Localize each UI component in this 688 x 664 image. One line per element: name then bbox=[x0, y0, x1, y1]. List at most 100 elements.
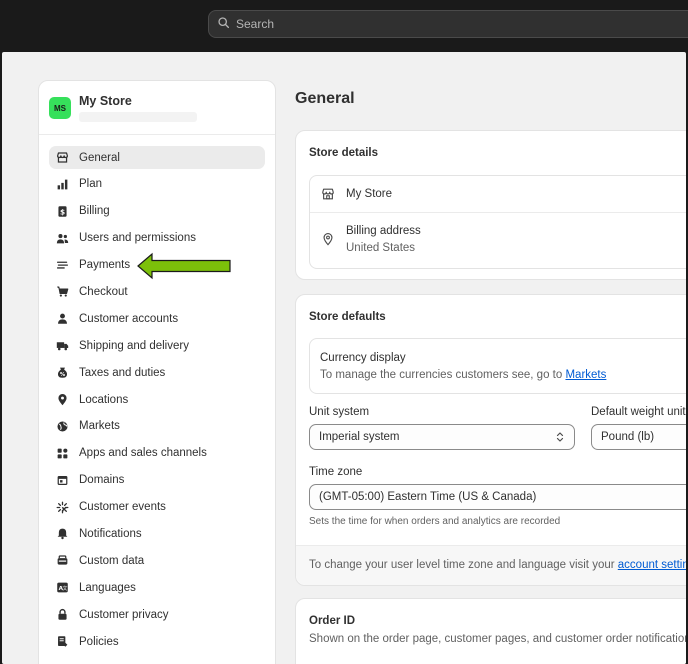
globe-icon bbox=[55, 419, 69, 433]
store-icon bbox=[321, 187, 335, 201]
sidebar-item-label: Custom data bbox=[79, 554, 145, 567]
tax-icon: % bbox=[55, 366, 69, 380]
svg-text:文: 文 bbox=[62, 585, 67, 592]
store-details-box[interactable]: My Store Billing address United States bbox=[309, 175, 686, 269]
currency-display-desc: To manage the currencies customers see, … bbox=[320, 369, 606, 381]
sidebar-item-label: General bbox=[79, 151, 120, 164]
currency-display-box[interactable]: Currency display To manage the currencie… bbox=[309, 338, 686, 394]
top-bar: Search bbox=[0, 0, 688, 48]
language-icon: A文 bbox=[55, 581, 69, 595]
search-bar[interactable]: Search bbox=[208, 10, 688, 38]
time-zone-value: (GMT-05:00) Eastern Time (US & Canada) bbox=[319, 491, 537, 503]
cart-icon bbox=[55, 285, 69, 299]
sidebar-item-users-and-permissions[interactable]: Users and permissions bbox=[49, 227, 265, 250]
store-subtitle-placeholder bbox=[79, 112, 197, 122]
bell-icon bbox=[55, 527, 69, 541]
sidebar-item-label: Billing bbox=[79, 205, 110, 218]
payments-icon bbox=[55, 258, 69, 272]
settings-nav: General Plan $ Billing Users and permissions… bbox=[39, 135, 275, 653]
weight-unit-select[interactable]: Pound (lb) bbox=[591, 424, 686, 450]
sidebar-item-taxes-and-duties[interactable]: % Taxes and duties bbox=[49, 361, 265, 384]
store-defaults-title: Store defaults bbox=[309, 311, 386, 323]
sidebar-item-label: Customer privacy bbox=[79, 608, 169, 621]
sidebar-item-label: Locations bbox=[79, 393, 129, 406]
sidebar-item-customer-privacy[interactable]: Customer privacy bbox=[49, 603, 265, 626]
unit-system-value: Imperial system bbox=[319, 431, 400, 443]
defaults-footer: To change your user level time zone and … bbox=[296, 545, 686, 585]
domain-icon bbox=[55, 473, 69, 487]
policy-icon bbox=[55, 635, 69, 649]
sidebar-item-label: Taxes and duties bbox=[79, 366, 166, 379]
footer-note: To change your user level time zone and … bbox=[309, 559, 686, 571]
currency-desc-text: To manage the currencies customers see, … bbox=[320, 369, 563, 381]
sidebar-item-label: Notifications bbox=[79, 527, 142, 540]
currency-display-title: Currency display bbox=[320, 352, 406, 364]
sidebar-item-label: Shipping and delivery bbox=[79, 339, 189, 352]
sidebar-item-billing[interactable]: $ Billing bbox=[49, 200, 265, 223]
sidebar-item-label: Markets bbox=[79, 420, 120, 433]
sidebar-item-markets[interactable]: Markets bbox=[49, 415, 265, 438]
sidebar-item-label: Languages bbox=[79, 581, 136, 594]
sidebar-item-custom-data[interactable]: Custom data bbox=[49, 549, 265, 572]
sidebar-item-customer-events[interactable]: Customer events bbox=[49, 496, 265, 519]
store-name: My Store bbox=[79, 94, 132, 108]
apps-icon bbox=[55, 446, 69, 460]
sidebar-item-label: Payments bbox=[79, 259, 131, 272]
order-id-desc: Shown on the order page, customer pages,… bbox=[309, 633, 686, 645]
truck-icon bbox=[55, 339, 69, 353]
time-zone-help: Sets the time for when orders and analyt… bbox=[309, 516, 561, 527]
time-zone-select[interactable]: (GMT-05:00) Eastern Time (US & Canada) bbox=[309, 484, 686, 510]
sidebar-item-languages[interactable]: A 文 Languages bbox=[49, 576, 265, 599]
sidebar-item-policies[interactable]: Policies bbox=[49, 630, 265, 653]
sidebar-item-customer-accounts[interactable]: Customer accounts bbox=[49, 307, 265, 330]
weight-unit-value: Pound (lb) bbox=[601, 431, 655, 443]
time-zone-label: Time zone bbox=[309, 466, 363, 478]
order-id-card: Order ID Shown on the order page, custom… bbox=[295, 598, 686, 664]
sidebar-item-plan[interactable]: Plan bbox=[49, 173, 265, 196]
weight-unit-label: Default weight unit bbox=[591, 406, 686, 418]
sidebar-item-apps-and-sales-channels[interactable]: Apps and sales channels bbox=[49, 442, 265, 465]
events-icon bbox=[55, 500, 69, 514]
footer-note-text: To change your user level time zone and … bbox=[309, 559, 615, 571]
settings-sidebar: MS My Store General Plan $ Billing Users and… bbox=[38, 80, 276, 664]
store-details-card: Store details My Store Billing address U… bbox=[295, 130, 686, 280]
users-icon bbox=[55, 231, 69, 245]
sidebar-item-locations[interactable]: Locations bbox=[49, 388, 265, 411]
annotation-arrow-icon bbox=[137, 252, 231, 280]
search-placeholder: Search bbox=[236, 17, 275, 31]
unit-system-select[interactable]: Imperial system bbox=[309, 424, 575, 450]
sidebar-item-label: Domains bbox=[79, 474, 125, 487]
sidebar-item-notifications[interactable]: Notifications bbox=[49, 522, 265, 545]
sidebar-item-label: Customer accounts bbox=[79, 312, 179, 325]
svg-text:$: $ bbox=[59, 207, 64, 216]
database-icon bbox=[55, 554, 69, 568]
sidebar-item-domains[interactable]: Domains bbox=[49, 469, 265, 492]
store-defaults-card: Store defaults Currency display To manag… bbox=[295, 294, 686, 586]
billing-address-label: Billing address bbox=[346, 225, 421, 237]
store-header[interactable]: MS My Store bbox=[39, 81, 275, 135]
order-id-title: Order ID bbox=[309, 615, 356, 627]
sidebar-item-general[interactable]: General bbox=[49, 146, 265, 169]
store-name-value: My Store bbox=[346, 188, 393, 200]
select-chevron-icon bbox=[555, 431, 565, 443]
sidebar-item-label: Apps and sales channels bbox=[79, 447, 207, 460]
markets-link[interactable]: Markets bbox=[565, 369, 606, 381]
store-icon bbox=[55, 151, 69, 165]
billing-address-value: United States bbox=[346, 242, 416, 254]
person-icon bbox=[55, 312, 69, 326]
sidebar-item-label: Checkout bbox=[79, 285, 128, 298]
sidebar-item-label: Users and permissions bbox=[79, 232, 196, 245]
divider bbox=[310, 212, 686, 213]
sidebar-item-checkout[interactable]: Checkout bbox=[49, 280, 265, 303]
settings-page: MS My Store General Plan $ Billing Users and… bbox=[2, 52, 686, 664]
search-icon bbox=[217, 16, 230, 32]
sidebar-item-shipping-and-delivery[interactable]: Shipping and delivery bbox=[49, 334, 265, 357]
account-settings-link[interactable]: account settings bbox=[618, 559, 686, 571]
store-avatar: MS bbox=[49, 97, 71, 119]
billing-icon: $ bbox=[55, 204, 69, 218]
store-details-title: Store details bbox=[309, 147, 379, 159]
svg-text:%: % bbox=[59, 372, 65, 378]
sidebar-item-label: Policies bbox=[79, 635, 119, 648]
page-title: General bbox=[295, 90, 355, 107]
chart-icon bbox=[55, 177, 69, 191]
